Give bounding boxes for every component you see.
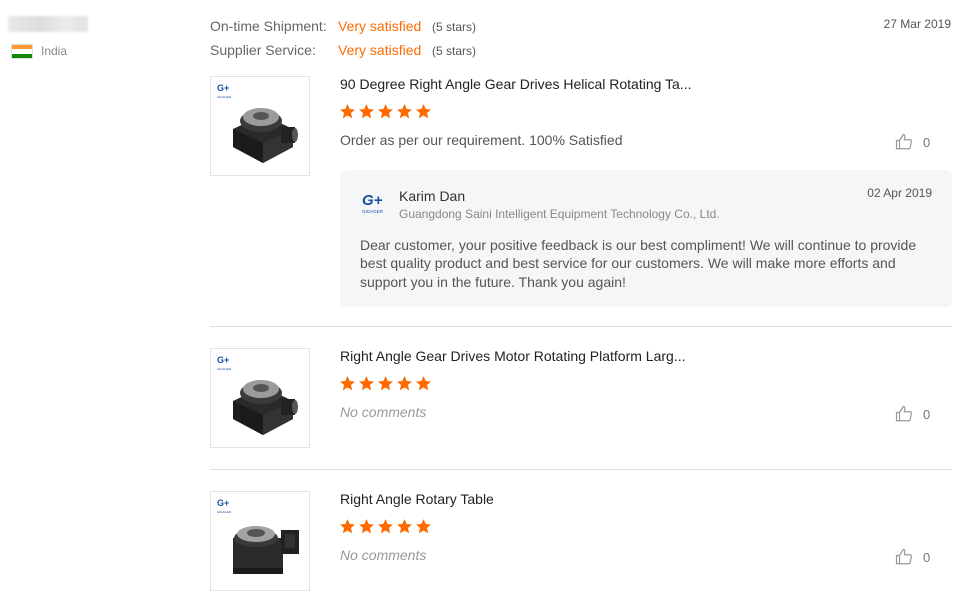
svg-text:G+: G+: [217, 83, 229, 93]
product-rating-stars: [339, 103, 432, 120]
on-time-shipment-value: Very satisfied: [338, 18, 422, 34]
star-icon: [416, 519, 431, 534]
svg-text:GIGAGER: GIGAGER: [362, 209, 384, 214]
reply-date: 02 Apr 2019: [867, 186, 932, 200]
product-thumbnail[interactable]: G+ GIGAGER: [210, 491, 310, 591]
review-date: 27 Mar 2019: [883, 17, 951, 31]
like-button[interactable]: 0: [895, 548, 930, 566]
like-button[interactable]: 0: [895, 405, 930, 423]
star-icon: [359, 519, 374, 534]
on-time-shipment-stars: (5 stars): [432, 20, 477, 34]
review-comment: No comments: [340, 547, 427, 563]
thumbs-up-icon: [895, 405, 912, 422]
svg-text:GIGAGER: GIGAGER: [217, 510, 232, 514]
rotary-table-image: G+ GIGAGER: [217, 355, 298, 435]
star-icon: [378, 519, 393, 534]
like-count: 0: [923, 406, 931, 422]
reviewer-country: India: [41, 44, 68, 58]
svg-text:G+: G+: [217, 355, 229, 365]
svg-text:G+: G+: [362, 192, 383, 209]
supplier-service-stars: (5 stars): [432, 44, 477, 58]
review-comment: No comments: [340, 404, 427, 420]
like-button[interactable]: 0: [895, 133, 930, 151]
divider: [210, 469, 952, 470]
rotary-table-image: G+ GIGAGER: [217, 83, 298, 163]
star-icon: [359, 376, 374, 391]
star-icon: [340, 519, 355, 534]
reply-text: Dear customer, your positive feedback is…: [360, 237, 917, 290]
supplier-reply-box: G+ GIGAGER Karim Dan Guangdong Saini Int…: [340, 170, 952, 307]
on-time-shipment-label: On-time Shipment:: [210, 18, 327, 34]
svg-text:G+: G+: [217, 498, 229, 508]
like-count: 0: [923, 549, 931, 565]
reply-author-name: Karim Dan: [399, 188, 466, 204]
supplier-logo: G+ GIGAGER: [360, 190, 394, 221]
review-comment: Order as per our requirement. 100% Satis…: [340, 132, 623, 148]
product-rating-stars: [339, 518, 432, 535]
reviewer-name-blurred: [8, 16, 88, 32]
product-thumbnail[interactable]: G+ GIGAGER: [210, 348, 310, 448]
reply-company-name: Guangdong Saini Intelligent Equipment Te…: [399, 207, 720, 221]
svg-text:GIGAGER: GIGAGER: [217, 95, 232, 99]
star-icon: [378, 104, 393, 119]
supplier-service-label: Supplier Service:: [210, 42, 316, 58]
thumbs-up-icon: [895, 548, 912, 565]
product-rating-stars: [339, 375, 432, 392]
supplier-service-value: Very satisfied: [338, 42, 422, 58]
divider: [210, 326, 952, 327]
star-icon: [397, 104, 412, 119]
star-icon: [340, 104, 355, 119]
star-icon: [416, 376, 431, 391]
india-flag-icon: [11, 44, 33, 59]
star-icon: [416, 104, 431, 119]
star-icon: [397, 519, 412, 534]
star-icon: [378, 376, 393, 391]
star-icon: [340, 376, 355, 391]
star-icon: [359, 104, 374, 119]
product-title[interactable]: 90 Degree Right Angle Gear Drives Helica…: [340, 76, 691, 92]
star-icon: [397, 376, 412, 391]
svg-text:GIGAGER: GIGAGER: [217, 367, 232, 371]
thumbs-up-icon: [895, 133, 912, 150]
product-title[interactable]: Right Angle Gear Drives Motor Rotating P…: [340, 348, 685, 364]
product-title[interactable]: Right Angle Rotary Table: [340, 491, 494, 507]
like-count: 0: [923, 134, 931, 150]
rotary-table-image: G+ GIGAGER: [217, 498, 299, 574]
product-thumbnail[interactable]: G+ GIGAGER: [210, 76, 310, 176]
